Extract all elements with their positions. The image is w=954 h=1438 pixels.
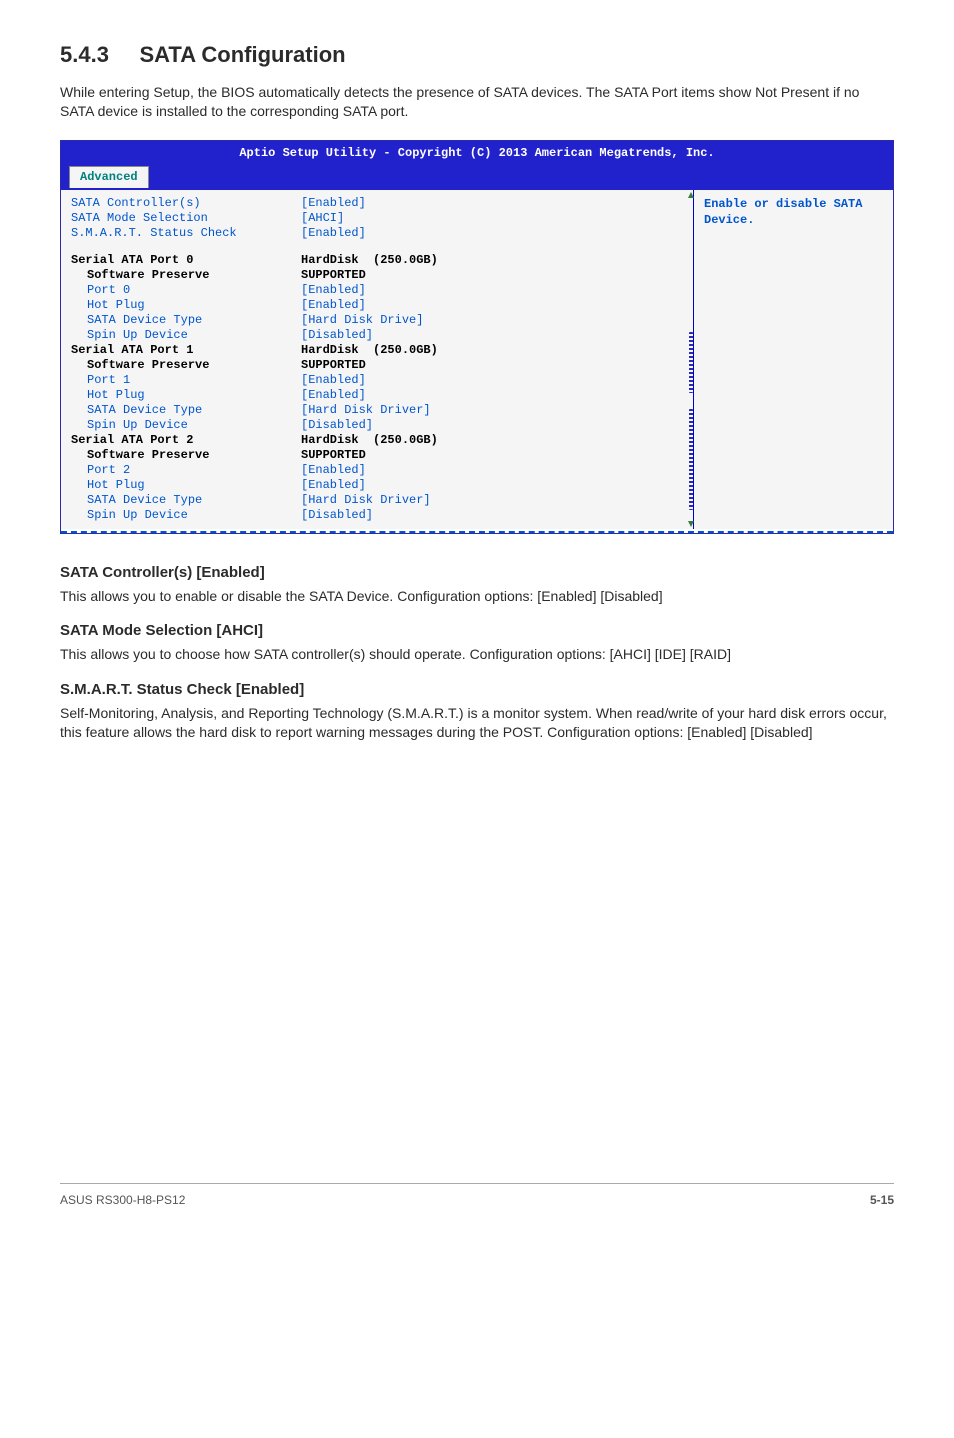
- bios-item-value: HardDisk (250.0GB): [301, 433, 687, 448]
- bios-item-label[interactable]: Port 1: [71, 373, 301, 388]
- scroll-track: [689, 332, 693, 392]
- bios-item-value[interactable]: [AHCI]: [301, 211, 687, 226]
- bios-item-value[interactable]: [Disabled]: [301, 418, 687, 433]
- bios-item-value: SUPPORTED: [301, 268, 687, 283]
- bios-header: Aptio Setup Utility - Copyright (C) 2013…: [61, 141, 893, 166]
- bios-item-label[interactable]: SATA Controller(s): [71, 196, 301, 211]
- bios-item-value[interactable]: [Enabled]: [301, 226, 687, 241]
- bios-item-value[interactable]: [Hard Disk Drive]: [301, 313, 687, 328]
- option-description: This allows you to choose how SATA contr…: [60, 645, 894, 665]
- bios-item-value[interactable]: [Disabled]: [301, 508, 687, 523]
- footer-product: ASUS RS300-H8-PS12: [60, 1192, 185, 1209]
- bios-item-label[interactable]: Spin Up Device: [71, 328, 301, 343]
- scroll-up-icon[interactable]: [688, 192, 694, 198]
- bios-item-label[interactable]: SATA Mode Selection: [71, 211, 301, 226]
- bios-item-label: Serial ATA Port 0: [71, 253, 301, 268]
- bios-item-value[interactable]: [Enabled]: [301, 283, 687, 298]
- option-description: This allows you to enable or disable the…: [60, 587, 894, 607]
- bios-item-label: Software Preserve: [71, 358, 301, 373]
- scroll-track: [689, 409, 693, 510]
- section-number: 5.4.3: [60, 42, 109, 67]
- bios-help-text: Enable or disable SATA Device.: [704, 197, 862, 228]
- bios-body: SATA Controller(s)[Enabled]SATA Mode Sel…: [61, 190, 893, 529]
- bios-item-label[interactable]: SATA Device Type: [71, 403, 301, 418]
- bios-item-label: Software Preserve: [71, 448, 301, 463]
- bios-item-value: SUPPORTED: [301, 358, 687, 373]
- bios-item-value[interactable]: [Enabled]: [301, 196, 687, 211]
- scroll-down-icon[interactable]: [688, 521, 694, 527]
- bios-item-value[interactable]: [Hard Disk Driver]: [301, 403, 687, 418]
- bios-item-label: Serial ATA Port 1: [71, 343, 301, 358]
- bios-item-value[interactable]: [Enabled]: [301, 373, 687, 388]
- bios-item-label[interactable]: SATA Device Type: [71, 493, 301, 508]
- bios-item-label[interactable]: S.M.A.R.T. Status Check: [71, 226, 301, 241]
- bios-item-label[interactable]: Spin Up Device: [71, 418, 301, 433]
- bios-item-label[interactable]: Hot Plug: [71, 298, 301, 313]
- page-footer: ASUS RS300-H8-PS12 5-15: [60, 1183, 894, 1209]
- scrollbar[interactable]: [688, 192, 694, 527]
- bios-item-label[interactable]: SATA Device Type: [71, 313, 301, 328]
- bios-item-value[interactable]: [Enabled]: [301, 478, 687, 493]
- option-heading: S.M.A.R.T. Status Check [Enabled]: [60, 679, 894, 700]
- footer-page-number: 5-15: [870, 1192, 894, 1209]
- bios-item-label[interactable]: Hot Plug: [71, 388, 301, 403]
- bios-item-label[interactable]: Port 0: [71, 283, 301, 298]
- bios-divider: [61, 531, 893, 533]
- bios-help-pane: Enable or disable SATA Device.: [693, 190, 893, 529]
- bios-left-pane: SATA Controller(s)[Enabled]SATA Mode Sel…: [61, 190, 693, 529]
- option-heading: SATA Mode Selection [AHCI]: [60, 620, 894, 641]
- bios-item-value[interactable]: [Enabled]: [301, 388, 687, 403]
- bios-item-value[interactable]: [Enabled]: [301, 298, 687, 313]
- bios-item-label[interactable]: Port 2: [71, 463, 301, 478]
- section-title: SATA Configuration: [140, 42, 346, 67]
- bios-tab-row: Advanced: [61, 166, 893, 190]
- bios-item-label: Software Preserve: [71, 268, 301, 283]
- bios-item-value: HardDisk (250.0GB): [301, 343, 687, 358]
- section-heading: 5.4.3 SATA Configuration: [60, 40, 894, 71]
- option-description: Self-Monitoring, Analysis, and Reporting…: [60, 704, 894, 743]
- bios-tab-advanced[interactable]: Advanced: [69, 166, 149, 188]
- bios-item-value[interactable]: [Enabled]: [301, 463, 687, 478]
- bios-item-label: Serial ATA Port 2: [71, 433, 301, 448]
- bios-item-value[interactable]: [Hard Disk Driver]: [301, 493, 687, 508]
- bios-item-label[interactable]: Hot Plug: [71, 478, 301, 493]
- bios-item-value: SUPPORTED: [301, 448, 687, 463]
- intro-text: While entering Setup, the BIOS automatic…: [60, 83, 894, 122]
- option-heading: SATA Controller(s) [Enabled]: [60, 562, 894, 583]
- bios-screenshot: Aptio Setup Utility - Copyright (C) 2013…: [60, 140, 894, 534]
- bios-item-value: HardDisk (250.0GB): [301, 253, 687, 268]
- bios-item-label[interactable]: Spin Up Device: [71, 508, 301, 523]
- bios-item-value[interactable]: [Disabled]: [301, 328, 687, 343]
